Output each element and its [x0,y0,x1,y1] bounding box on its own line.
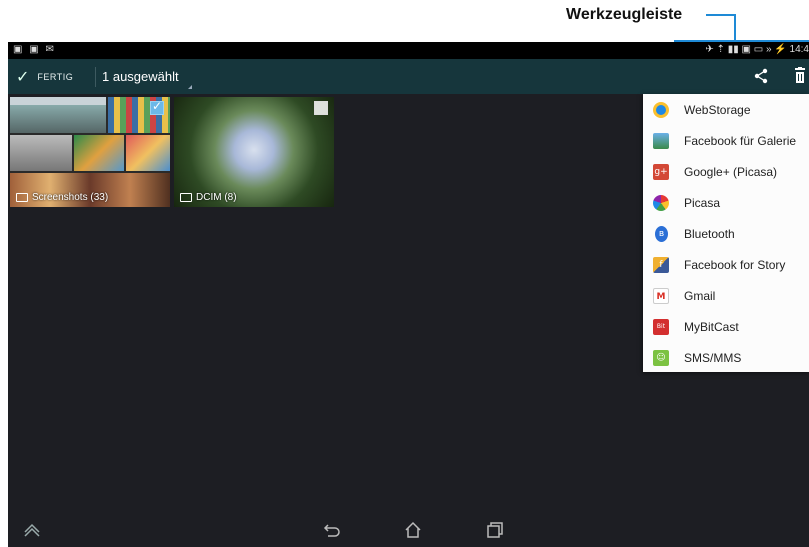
delete-icon[interactable] [792,67,808,85]
mybitcast-icon: Bit [653,318,669,335]
back-icon[interactable] [322,520,342,540]
status-bar: ▣ ▣ ✉ ✈ ⇡ ▮▮ ▣ ▭ » ⚡ 14:4 [8,42,809,59]
home-icon[interactable] [403,520,423,540]
share-option-label: WebStorage [684,102,751,117]
done-label: FERTIG [37,71,74,82]
selection-count-dropdown[interactable]: 1 ausgewählt [102,59,179,94]
share-option-gmail[interactable]: M Gmail [643,280,809,311]
share-menu: WebStorage Facebook für Galerie g+ Googl… [643,94,809,372]
system-status-icons: ✈ ⇡ ▮▮ ▣ ▭ » [705,44,772,55]
share-option-mybitcast[interactable]: Bit MyBitCast [643,311,809,342]
share-option-sms[interactable]: ☺ SMS/MMS [643,342,809,373]
sms-icon: ☺ [653,349,669,366]
navigation-bar [8,512,809,547]
bluetooth-icon: ʙ [655,225,668,242]
share-option-label: MyBitCast [684,319,739,334]
share-option-picasa[interactable]: Picasa [643,187,809,218]
share-option-facebook-story[interactable]: f Facebook for Story [643,249,809,280]
google-plus-icon: g+ [653,163,669,180]
album-select-checkbox[interactable] [150,99,164,115]
share-option-label: SMS/MMS [684,350,742,365]
action-bar-divider [95,67,96,87]
album-thumbnail [74,135,124,171]
notification-icons: ▣ ▣ ✉ [13,44,56,55]
facebook-story-icon: f [653,256,669,273]
album-select-checkbox[interactable] [314,101,328,115]
share-option-label: Bluetooth [684,226,735,241]
folder-icon [16,193,28,202]
share-option-label: Picasa [684,195,721,210]
facebook-gallery-icon [653,132,669,149]
contextual-action-bar: ✓ FERTIG 1 ausgewählt [8,59,809,94]
share-option-label: Gmail [684,288,716,303]
done-button[interactable]: ✓ FERTIG [16,59,73,94]
folder-icon [180,193,192,202]
share-option-label: Facebook für Galerie [684,133,797,148]
recent-apps-icon[interactable] [485,520,505,540]
album-label: DCIM (8) [180,192,237,203]
share-option-bluetooth[interactable]: ʙ Bluetooth [643,218,809,249]
toolbar-annotation-label: Werkzeugleiste [566,6,683,23]
tablet-screen: ▣ ▣ ✉ ✈ ⇡ ▮▮ ▣ ▭ » ⚡ 14:4 ✓ FERTIG 1 aus… [8,42,809,547]
checkmark-icon: ✓ [16,68,30,86]
share-option-label: Facebook for Story [684,257,786,272]
album-dcim[interactable]: DCIM (8) [174,97,334,207]
share-option-label: Google+ (Picasa) [684,164,778,179]
album-label: Screenshots (33) [16,192,108,203]
chevron-up-icon[interactable] [22,520,42,540]
album-name: Screenshots (33) [32,192,109,203]
share-option-google-plus[interactable]: g+ Google+ (Picasa) [643,156,809,187]
album-thumbnail [10,97,106,133]
gmail-icon: M [653,287,669,304]
share-icon[interactable] [753,68,769,84]
clock: 14:4 [789,44,809,55]
picasa-icon [653,194,669,211]
share-option-webstorage[interactable]: WebStorage [643,94,809,125]
battery-icon: ⚡ [774,44,787,55]
system-tray[interactable]: ✈ ⇡ ▮▮ ▣ ▭ » ⚡ 14:4 [705,44,809,55]
album-thumbnail [126,135,170,171]
album-screenshots[interactable]: Screenshots (33) [10,97,170,207]
album-name: DCIM (8) [196,192,237,203]
share-option-facebook-gallery[interactable]: Facebook für Galerie [643,125,809,156]
webstorage-icon [653,101,669,118]
album-thumbnail [10,135,72,171]
dropdown-corner-icon [188,85,192,89]
